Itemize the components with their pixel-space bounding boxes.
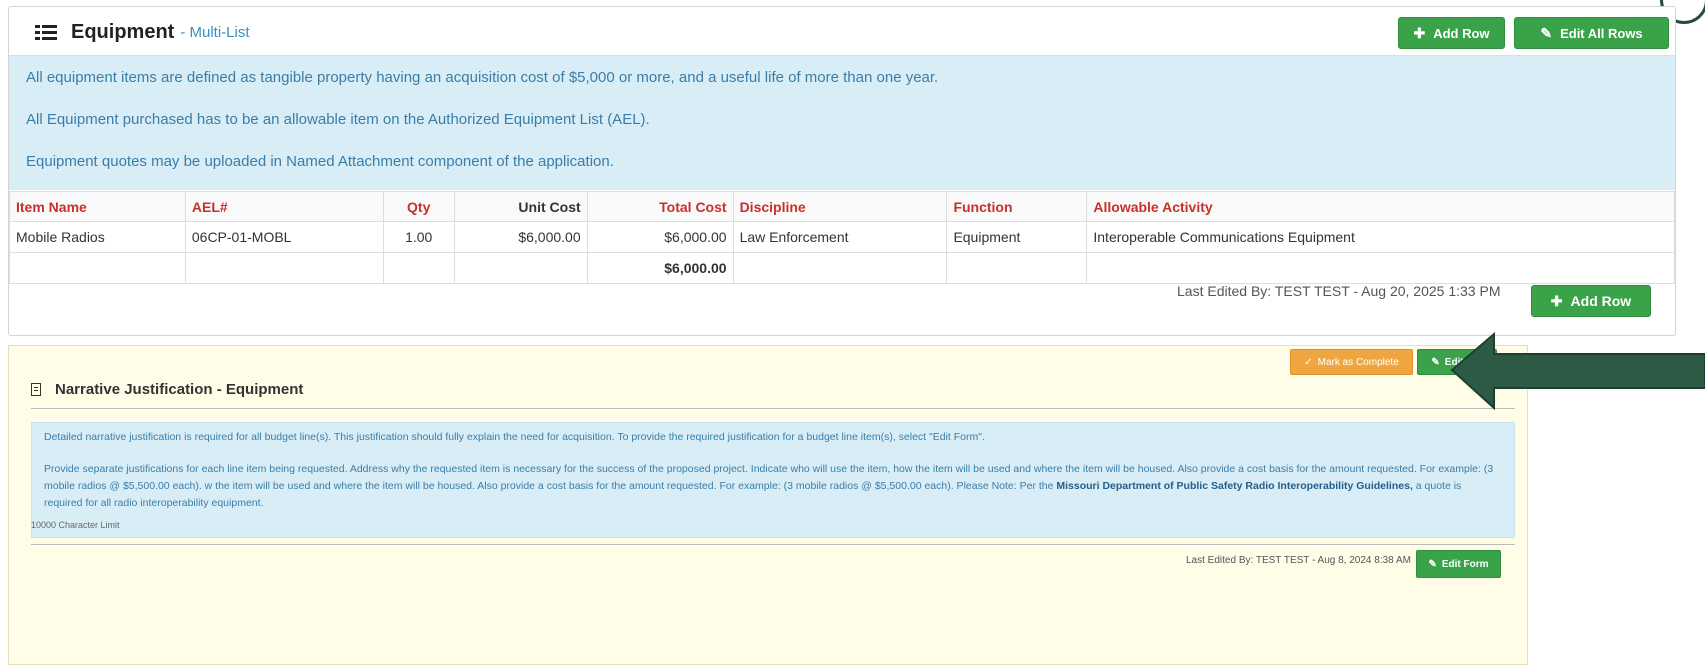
edit-form-bottom-button[interactable]: ✎ Edit Form xyxy=(1416,550,1501,578)
narrative-panel: Narrative Justification - Equipment Deta… xyxy=(8,345,1528,665)
edit-all-rows-button[interactable]: ✎ Edit All Rows xyxy=(1514,17,1669,49)
edit-icon: ✎ xyxy=(1431,356,1440,368)
plus-icon: ✚ xyxy=(1413,24,1426,41)
cell-function: Equipment xyxy=(946,221,1088,253)
cell-qty: 1.00 xyxy=(382,221,455,253)
equipment-panel: Equipment - Multi-List ✚ Add Row ✎ Edit … xyxy=(8,6,1676,336)
equipment-info-box: All equipment items are defined as tangi… xyxy=(9,56,1675,190)
equipment-title: Equipment xyxy=(71,21,175,43)
table-row[interactable]: Mobile Radios 06CP-01-MOBL 1.00 $6,000.0… xyxy=(9,221,1675,253)
column-header[interactable]: Allowable Activity xyxy=(1086,191,1675,222)
add-row-label: Add Row xyxy=(1433,25,1490,41)
narrative-title: Narrative Justification - Equipment xyxy=(55,381,304,398)
narrative-para-2: Provide separate justifications for each… xyxy=(44,461,1494,512)
add-row-button[interactable]: ✚ Add Row xyxy=(1398,17,1505,49)
check-icon: ✓ xyxy=(1304,356,1313,368)
annotation-arrow-icon xyxy=(1450,331,1705,411)
add-row-bottom-button[interactable]: ✚ Add Row xyxy=(1531,285,1651,317)
column-header[interactable]: Total Cost xyxy=(586,191,734,222)
info-line: All equipment items are defined as tangi… xyxy=(26,69,939,86)
info-line: Equipment quotes may be uploaded in Name… xyxy=(26,153,614,170)
table-header-row: Item Name AEL# Qty Unit Cost Total Cost … xyxy=(9,191,1675,222)
column-header[interactable]: Unit Cost xyxy=(453,191,588,222)
narrative-last-edited: Last Edited By: TEST TEST - Aug 8, 2024 … xyxy=(1186,555,1411,566)
cell-ael: 06CP-01-MOBL xyxy=(184,221,384,253)
divider xyxy=(31,408,1515,409)
edit-icon: ✎ xyxy=(1540,24,1553,41)
column-header[interactable]: Item Name xyxy=(9,191,186,222)
column-header[interactable]: Discipline xyxy=(732,191,948,222)
cell-total-cost: $6,000.00 xyxy=(586,221,734,253)
guidelines-link[interactable]: Missouri Department of Public Safety Rad… xyxy=(1056,480,1412,492)
equipment-subtitle: - Multi-List xyxy=(180,24,250,41)
narrative-para-1: Detailed narrative justification is requ… xyxy=(44,431,985,443)
character-limit: 10000 Character Limit xyxy=(31,520,120,530)
add-row-bottom-label: Add Row xyxy=(1570,293,1632,309)
equipment-table: Item Name AEL# Qty Unit Cost Total Cost … xyxy=(9,191,1675,284)
mark-complete-button[interactable]: ✓ Mark as Complete xyxy=(1290,349,1413,375)
equipment-title-block: Equipment - Multi-List xyxy=(35,21,250,44)
total-cost-sum: $6,000.00 xyxy=(586,252,734,284)
document-icon xyxy=(31,383,41,396)
divider xyxy=(31,544,1515,545)
equipment-last-edited: Last Edited By: TEST TEST - Aug 20, 2025… xyxy=(1177,283,1501,299)
plus-icon: ✚ xyxy=(1550,292,1563,309)
total-row: $6,000.00 xyxy=(9,252,1675,284)
narrative-info-box: Detailed narrative justification is requ… xyxy=(31,422,1515,538)
mark-complete-label: Mark as Complete xyxy=(1317,356,1399,368)
info-line: All Equipment purchased has to be an all… xyxy=(26,111,650,128)
column-header[interactable]: Function xyxy=(946,191,1088,222)
edit-all-label: Edit All Rows xyxy=(1560,25,1643,41)
cell-discipline: Law Enforcement xyxy=(732,221,948,253)
edit-icon: ✎ xyxy=(1428,558,1437,570)
column-header[interactable]: AEL# xyxy=(184,191,384,222)
cell-unit-cost: $6,000.00 xyxy=(453,221,588,253)
cell-item-name: Mobile Radios xyxy=(9,221,186,253)
edit-form-label: Edit Form xyxy=(1441,558,1489,570)
cell-allowable-activity: Interoperable Communications Equipment xyxy=(1086,221,1675,253)
column-header[interactable]: Qty xyxy=(382,191,455,222)
list-icon xyxy=(35,23,57,42)
narrative-title-block: Narrative Justification - Equipment xyxy=(31,381,303,398)
